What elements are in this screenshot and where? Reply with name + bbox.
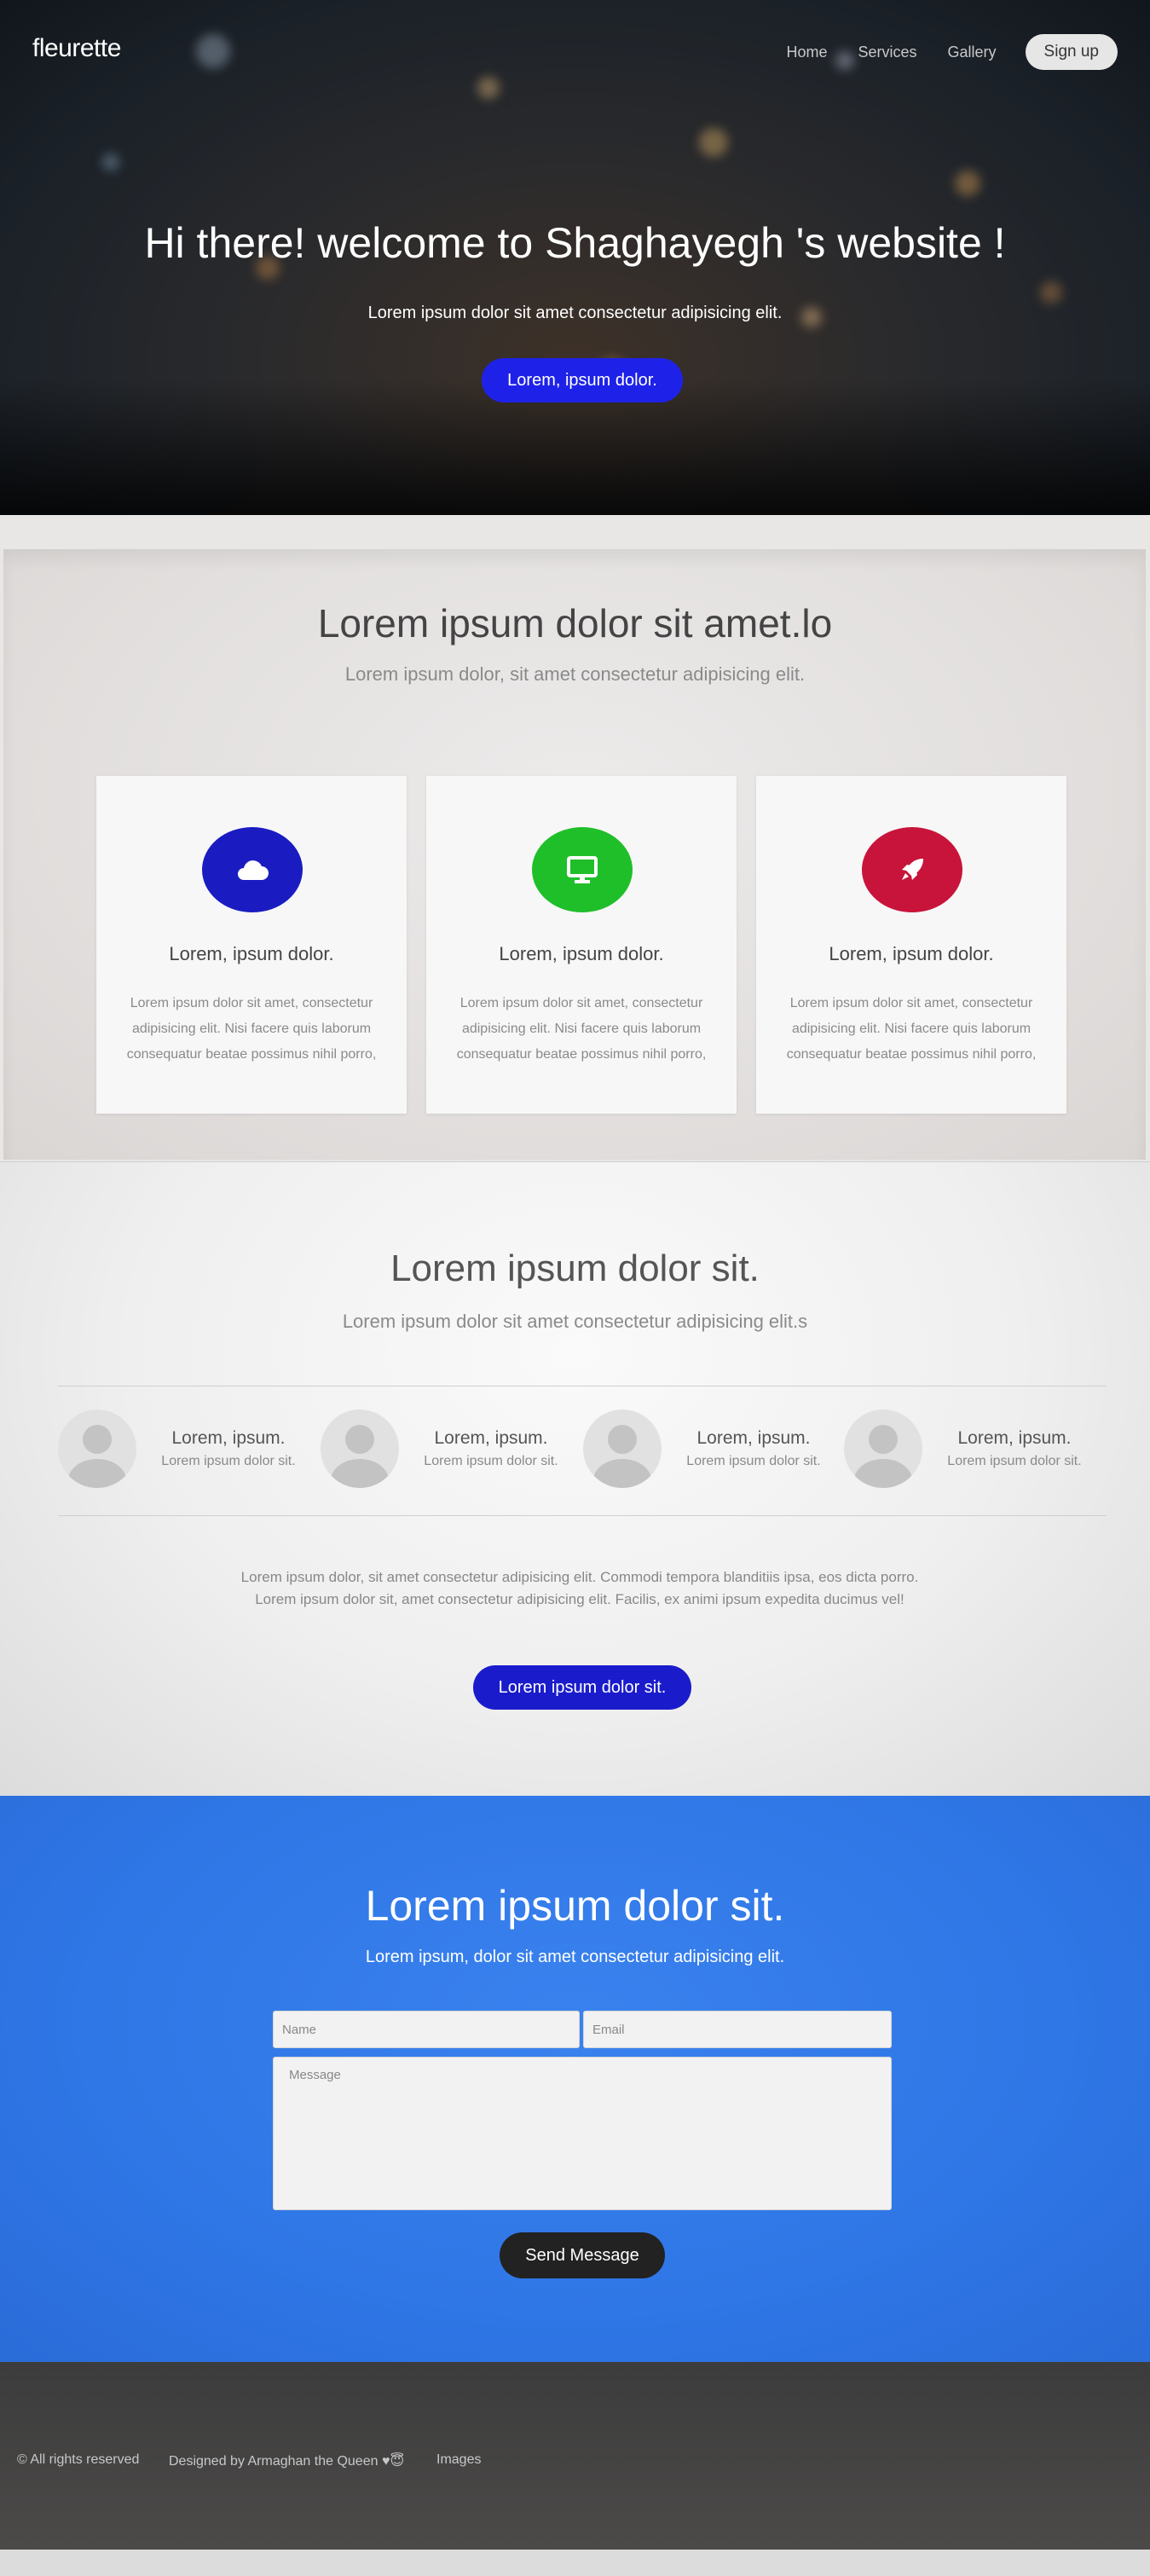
team-subtitle: Lorem ipsum dolor sit amet consectetur a… [342,1311,808,1332]
signup-button[interactable]: Sign up [1025,34,1118,70]
footer: © All rights reserved Designed by Armagh… [0,2362,1150,2550]
copyright-text: © All rights reserved [17,2452,140,2467]
hero-title: Hi there! welcome to Shaghayegh 's websi… [144,219,1006,267]
member-name: Lorem, ipsum. [434,1428,548,1448]
bokeh-light [1040,281,1062,304]
team-member: Lorem, ipsum. Lorem ipsum dolor sit. [583,1410,839,1488]
bokeh-light [102,153,119,171]
team-member: Lorem, ipsum. Lorem ipsum dolor sit. [58,1410,314,1488]
hero-subtitle: Lorem ipsum dolor sit amet consectetur a… [367,304,783,322]
features-section: Lorem ipsum dolor sit amet.lo Lorem ipsu… [0,515,1150,1161]
monitor-icon [567,856,598,883]
member-role: Lorem ipsum dolor sit. [686,1454,821,1468]
bokeh-light [196,34,230,68]
bokeh-light [699,128,728,157]
email-field[interactable] [583,2011,892,2048]
feature-card-text: Lorem ipsum dolor sit amet, consectetur … [126,996,377,1062]
features-subtitle: Lorem ipsum dolor, sit amet consectetur … [344,663,806,685]
avatar-placeholder-icon [583,1410,662,1488]
team-cta-button[interactable]: Lorem ipsum dolor sit. [473,1665,691,1710]
member-role: Lorem ipsum dolor sit. [947,1454,1082,1468]
avatar-placeholder-icon [58,1410,136,1488]
brand-logo[interactable]: fleurette [32,34,121,63]
feature-icon-circle [862,827,962,912]
feature-icon-circle [532,827,633,912]
divider [58,1515,1107,1516]
avatar-placeholder-icon [844,1410,922,1488]
images-link[interactable]: Images [436,2452,481,2468]
team-title: Lorem ipsum dolor sit. [390,1247,760,1289]
member-name: Lorem, ipsum. [171,1428,286,1448]
contact-title: Lorem ipsum dolor sit. [365,1882,785,1930]
bokeh-light [477,77,500,99]
feature-card-text: Lorem ipsum dolor sit amet, consectetur … [456,996,707,1062]
team-member: Lorem, ipsum. Lorem ipsum dolor sit. [321,1410,576,1488]
contact-subtitle: Lorem ipsum, dolor sit amet consectetur … [365,1948,785,1966]
avatar-placeholder-icon [321,1410,399,1488]
hero-cta-button[interactable]: Lorem, ipsum dolor. [482,358,683,402]
member-name: Lorem, ipsum. [957,1428,1072,1448]
member-role: Lorem ipsum dolor sit. [424,1454,558,1468]
nav-services[interactable]: Services [858,43,917,61]
feature-card-title: Lorem, ipsum dolor. [499,943,664,964]
rocket-icon [902,859,923,880]
cloud-icon [238,860,269,880]
feature-card: Lorem, ipsum dolor. Lorem ipsum dolor si… [426,776,737,1114]
message-field[interactable] [273,2057,892,2210]
feature-card-title: Lorem, ipsum dolor. [829,943,994,964]
feature-card: Lorem, ipsum dolor. Lorem ipsum dolor si… [756,776,1066,1114]
name-field[interactable] [273,2011,580,2048]
features-title: Lorem ipsum dolor sit amet.lo [317,601,833,645]
feature-icon-circle [202,827,303,912]
nav-home[interactable]: Home [786,43,827,61]
send-message-button[interactable]: Send Message [500,2232,665,2278]
team-section: Lorem ipsum dolor sit. Lorem ipsum dolor… [0,1161,1150,1796]
main-nav: Home Services Gallery Sign up [755,34,1118,70]
member-name: Lorem, ipsum. [696,1428,811,1448]
member-role: Lorem ipsum dolor sit. [161,1454,296,1468]
feature-card: Lorem, ipsum dolor. Lorem ipsum dolor si… [96,776,407,1114]
feature-card-text: Lorem ipsum dolor sit amet, consectetur … [786,996,1037,1062]
feature-card-title: Lorem, ipsum dolor. [169,943,334,964]
nav-gallery[interactable]: Gallery [948,43,997,61]
hero-section: fleurette Home Services Gallery Sign up … [0,0,1150,515]
credit-text: Designed by Armaghan the Queen ♥😇 [169,2454,405,2469]
team-member: Lorem, ipsum. Lorem ipsum dolor sit. [844,1410,1100,1488]
team-paragraph: Lorem ipsum dolor, sit amet consectetur … [240,1569,919,1607]
contact-section: Lorem ipsum dolor sit. Lorem ipsum, dolo… [0,1796,1150,2362]
bokeh-light [955,171,980,196]
